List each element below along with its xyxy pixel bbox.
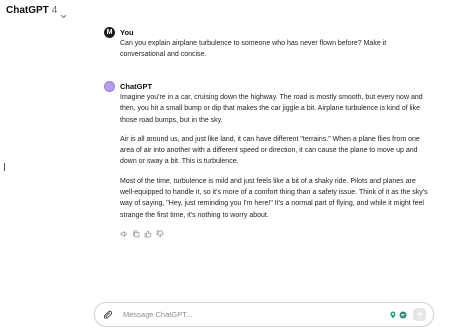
assistant-message-text: Imagine you're in a car, cruising down t…: [120, 92, 432, 221]
model-version: 4: [51, 4, 58, 16]
location-pin-icon[interactable]: [389, 311, 397, 319]
user-message-content: Can you explain airplane turbulence to s…: [120, 40, 387, 59]
chevron-down-icon: [60, 7, 67, 18]
message-composer: [94, 302, 434, 327]
chat-app: ChatGPT 4 M You Can you explain airplane…: [0, 0, 474, 331]
assistant-avatar: [104, 80, 115, 92]
extension-icons: [389, 311, 407, 319]
message-input[interactable]: [121, 309, 385, 320]
thumbs-up-icon[interactable]: [144, 230, 152, 238]
assistant-message: ChatGPT Imagine you're in a car, cruisin…: [104, 80, 428, 239]
arrow-up-icon: [417, 311, 422, 318]
text-cursor-marker: [4, 163, 5, 171]
assistant-paragraph-2: Air is all around us, and just like land…: [120, 135, 420, 166]
assistant-author-name: ChatGPT: [120, 81, 153, 91]
user-message: M You Can you explain airplane turbulenc…: [104, 26, 424, 61]
thumbs-down-icon[interactable]: [156, 230, 164, 238]
user-avatar-letter: M: [106, 28, 113, 36]
user-message-text: Can you explain airplane turbulence to s…: [120, 38, 432, 61]
assistant-message-header: ChatGPT: [104, 80, 424, 92]
user-message-header: M You: [104, 26, 424, 38]
paperclip-icon[interactable]: [103, 310, 113, 320]
user-author-name: You: [120, 27, 134, 37]
message-actions: [120, 229, 424, 239]
assistant-paragraph-3: Most of the time, turbulence is mild and…: [120, 177, 428, 219]
speaker-icon[interactable]: [120, 230, 128, 238]
model-name: ChatGPT: [6, 4, 49, 16]
send-button[interactable]: [413, 308, 426, 321]
copy-icon[interactable]: [132, 230, 140, 238]
assistant-paragraph-1: Imagine you're in a car, cruising down t…: [120, 94, 423, 124]
extension-chat-icon[interactable]: [399, 311, 407, 319]
model-selector[interactable]: ChatGPT 4: [6, 3, 67, 18]
user-avatar: M: [104, 26, 115, 38]
